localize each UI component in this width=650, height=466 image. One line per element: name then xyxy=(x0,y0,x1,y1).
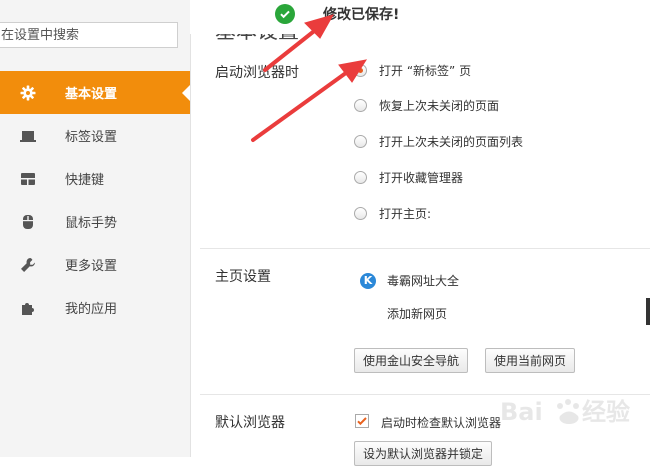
baidu-watermark-logo: Bai 经验 xyxy=(500,398,630,426)
svg-text:经验: 经验 xyxy=(582,398,630,426)
arrow-to-new-tab-option xyxy=(251,68,352,142)
svg-text:Bai: Bai xyxy=(500,398,543,426)
arrow-to-toast xyxy=(263,26,320,72)
arrow-head xyxy=(338,59,368,83)
annotation-arrows xyxy=(251,14,368,142)
